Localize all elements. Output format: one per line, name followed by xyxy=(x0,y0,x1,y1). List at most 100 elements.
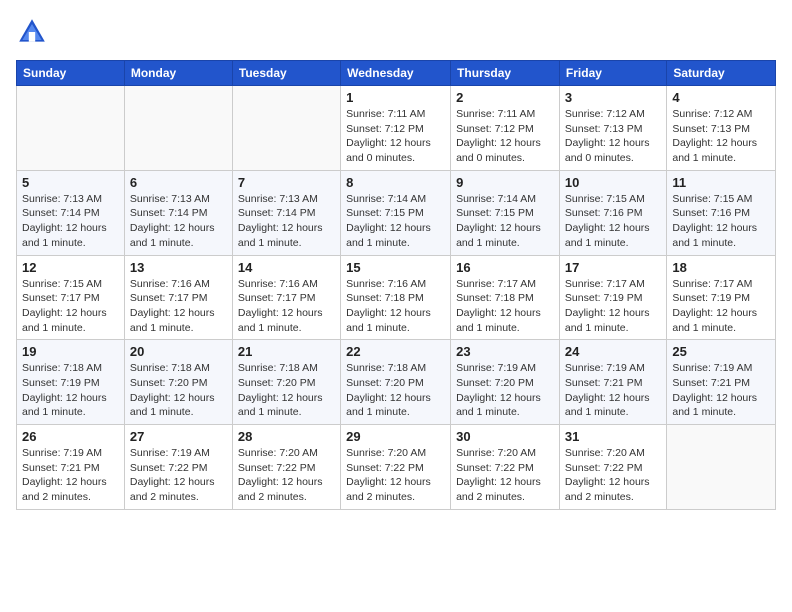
day-info: Sunrise: 7:12 AMSunset: 7:13 PMDaylight:… xyxy=(565,107,661,166)
calendar-cell: 26 Sunrise: 7:19 AMSunset: 7:21 PMDayligh… xyxy=(17,425,125,510)
day-info: Sunrise: 7:18 AMSunset: 7:20 PMDaylight:… xyxy=(130,361,227,420)
calendar-cell: 4Sunrise: 7:12 AMSunset: 7:13 PMDaylight… xyxy=(667,86,776,171)
day-info: Sunrise: 7:16 AMSunset: 7:17 PMDaylight:… xyxy=(238,277,335,336)
calendar-cell: 15Sunrise: 7:16 AMSunset: 7:18 PMDayligh… xyxy=(341,255,451,340)
calendar-cell: 13 Sunrise: 7:16 AMSunset: 7:17 PMDayligh… xyxy=(124,255,232,340)
day-number: 1 xyxy=(346,90,445,105)
day-number: 14 xyxy=(238,260,335,275)
day-number: 19 xyxy=(22,344,119,359)
calendar-cell: 27 Sunrise: 7:19 AMSunset: 7:22 PMDayligh… xyxy=(124,425,232,510)
day-info: Sunrise: 7:19 AMSunset: 7:21 PMDaylight:… xyxy=(22,446,119,505)
day-number: 10 xyxy=(565,175,661,190)
day-info: Sunrise: 7:18 AMSunset: 7:19 PMDaylight:… xyxy=(22,361,119,420)
calendar-cell: 16Sunrise: 7:17 AMSunset: 7:18 PMDayligh… xyxy=(451,255,560,340)
calendar-cell: 20 Sunrise: 7:18 AMSunset: 7:20 PMDayligh… xyxy=(124,340,232,425)
calendar-cell: 30 Sunrise: 7:20 AMSunset: 7:22 PMDayligh… xyxy=(451,425,560,510)
weekday-header: Friday xyxy=(559,61,666,86)
day-info: Sunrise: 7:18 AMSunset: 7:20 PMDaylight:… xyxy=(238,361,335,420)
calendar-cell: 28 Sunrise: 7:20 AMSunset: 7:22 PMDayligh… xyxy=(232,425,340,510)
day-number: 29 xyxy=(346,429,445,444)
day-info: Sunrise: 7:15 AMSunset: 7:16 PMDaylight:… xyxy=(565,192,661,251)
weekday-header: Monday xyxy=(124,61,232,86)
calendar-cell: 18 Sunrise: 7:17 AMSunset: 7:19 PMDayligh… xyxy=(667,255,776,340)
day-number: 21 xyxy=(238,344,335,359)
day-info: Sunrise: 7:17 AMSunset: 7:19 PMDaylight:… xyxy=(672,277,770,336)
day-info: Sunrise: 7:13 AMSunset: 7:14 PMDaylight:… xyxy=(238,192,335,251)
day-number: 12 xyxy=(22,260,119,275)
day-info: Sunrise: 7:15 AMSunset: 7:16 PMDaylight:… xyxy=(672,192,770,251)
day-info: Sunrise: 7:18 AMSunset: 7:20 PMDaylight:… xyxy=(346,361,445,420)
day-info: Sunrise: 7:20 AMSunset: 7:22 PMDaylight:… xyxy=(346,446,445,505)
calendar-cell: 9 Sunrise: 7:14 AMSunset: 7:15 PMDaylight… xyxy=(451,170,560,255)
day-number: 13 xyxy=(130,260,227,275)
calendar-week-row: 12 Sunrise: 7:15 AMSunset: 7:17 PMDayligh… xyxy=(17,255,776,340)
day-info: Sunrise: 7:11 AMSunset: 7:12 PMDaylight:… xyxy=(346,107,445,166)
day-number: 24 xyxy=(565,344,661,359)
page-header xyxy=(16,16,776,48)
day-number: 2 xyxy=(456,90,554,105)
calendar-cell: 12 Sunrise: 7:15 AMSunset: 7:17 PMDayligh… xyxy=(17,255,125,340)
calendar-cell: 10 Sunrise: 7:15 AMSunset: 7:16 PMDayligh… xyxy=(559,170,666,255)
day-info: Sunrise: 7:12 AMSunset: 7:13 PMDaylight:… xyxy=(672,107,770,166)
day-info: Sunrise: 7:20 AMSunset: 7:22 PMDaylight:… xyxy=(456,446,554,505)
day-number: 18 xyxy=(672,260,770,275)
calendar-cell: 17Sunrise: 7:17 AMSunset: 7:19 PMDayligh… xyxy=(559,255,666,340)
day-number: 20 xyxy=(130,344,227,359)
day-info: Sunrise: 7:20 AMSunset: 7:22 PMDaylight:… xyxy=(238,446,335,505)
calendar-cell: 24 Sunrise: 7:19 AMSunset: 7:21 PMDayligh… xyxy=(559,340,666,425)
weekday-header: Wednesday xyxy=(341,61,451,86)
day-info: Sunrise: 7:17 AMSunset: 7:19 PMDaylight:… xyxy=(565,277,661,336)
day-info: Sunrise: 7:16 AMSunset: 7:18 PMDaylight:… xyxy=(346,277,445,336)
day-number: 27 xyxy=(130,429,227,444)
day-number: 6 xyxy=(130,175,227,190)
calendar-cell: 29 Sunrise: 7:20 AMSunset: 7:22 PMDayligh… xyxy=(341,425,451,510)
day-info: Sunrise: 7:19 AMSunset: 7:21 PMDaylight:… xyxy=(672,361,770,420)
day-number: 28 xyxy=(238,429,335,444)
day-info: Sunrise: 7:11 AMSunset: 7:12 PMDaylight:… xyxy=(456,107,554,166)
calendar-header-row: SundayMondayTuesdayWednesdayThursdayFrid… xyxy=(17,61,776,86)
weekday-header: Saturday xyxy=(667,61,776,86)
day-number: 30 xyxy=(456,429,554,444)
day-info: Sunrise: 7:16 AMSunset: 7:17 PMDaylight:… xyxy=(130,277,227,336)
calendar-cell xyxy=(124,86,232,171)
weekday-header: Tuesday xyxy=(232,61,340,86)
calendar-cell: 31 Sunrise: 7:20 AMSunset: 7:22 PMDayligh… xyxy=(559,425,666,510)
day-info: Sunrise: 7:13 AMSunset: 7:14 PMDaylight:… xyxy=(130,192,227,251)
calendar-cell xyxy=(17,86,125,171)
day-info: Sunrise: 7:15 AMSunset: 7:17 PMDaylight:… xyxy=(22,277,119,336)
calendar-cell: 6 Sunrise: 7:13 AMSunset: 7:14 PMDaylight… xyxy=(124,170,232,255)
day-number: 25 xyxy=(672,344,770,359)
calendar-cell: 14 Sunrise: 7:16 AMSunset: 7:17 PMDayligh… xyxy=(232,255,340,340)
day-number: 26 xyxy=(22,429,119,444)
day-number: 22 xyxy=(346,344,445,359)
day-number: 11 xyxy=(672,175,770,190)
calendar-week-row: 26 Sunrise: 7:19 AMSunset: 7:21 PMDayligh… xyxy=(17,425,776,510)
calendar-cell: 1 Sunrise: 7:11 AMSunset: 7:12 PMDaylight… xyxy=(341,86,451,171)
day-number: 9 xyxy=(456,175,554,190)
calendar-cell: 23 Sunrise: 7:19 AMSunset: 7:20 PMDayligh… xyxy=(451,340,560,425)
calendar-cell: 21 Sunrise: 7:18 AMSunset: 7:20 PMDayligh… xyxy=(232,340,340,425)
calendar-cell: 2 Sunrise: 7:11 AMSunset: 7:12 PMDaylight… xyxy=(451,86,560,171)
calendar-cell: 11 Sunrise: 7:15 AMSunset: 7:16 PMDayligh… xyxy=(667,170,776,255)
calendar-cell: 19 Sunrise: 7:18 AMSunset: 7:19 PMDayligh… xyxy=(17,340,125,425)
day-info: Sunrise: 7:13 AMSunset: 7:14 PMDaylight:… xyxy=(22,192,119,251)
day-info: Sunrise: 7:19 AMSunset: 7:21 PMDaylight:… xyxy=(565,361,661,420)
day-info: Sunrise: 7:14 AMSunset: 7:15 PMDaylight:… xyxy=(456,192,554,251)
calendar-cell: 22 Sunrise: 7:18 AMSunset: 7:20 PMDayligh… xyxy=(341,340,451,425)
calendar-week-row: 5 Sunrise: 7:13 AMSunset: 7:14 PMDaylight… xyxy=(17,170,776,255)
day-number: 23 xyxy=(456,344,554,359)
day-number: 5 xyxy=(22,175,119,190)
day-number: 7 xyxy=(238,175,335,190)
calendar-cell xyxy=(667,425,776,510)
calendar-table: SundayMondayTuesdayWednesdayThursdayFrid… xyxy=(16,60,776,510)
calendar-cell: 8Sunrise: 7:14 AMSunset: 7:15 PMDaylight… xyxy=(341,170,451,255)
day-number: 16 xyxy=(456,260,554,275)
calendar-cell: 7 Sunrise: 7:13 AMSunset: 7:14 PMDaylight… xyxy=(232,170,340,255)
day-info: Sunrise: 7:19 AMSunset: 7:20 PMDaylight:… xyxy=(456,361,554,420)
calendar-cell xyxy=(232,86,340,171)
generalblue-logo-icon xyxy=(16,16,48,48)
day-number: 31 xyxy=(565,429,661,444)
day-info: Sunrise: 7:19 AMSunset: 7:22 PMDaylight:… xyxy=(130,446,227,505)
day-info: Sunrise: 7:20 AMSunset: 7:22 PMDaylight:… xyxy=(565,446,661,505)
calendar-week-row: 19 Sunrise: 7:18 AMSunset: 7:19 PMDayligh… xyxy=(17,340,776,425)
